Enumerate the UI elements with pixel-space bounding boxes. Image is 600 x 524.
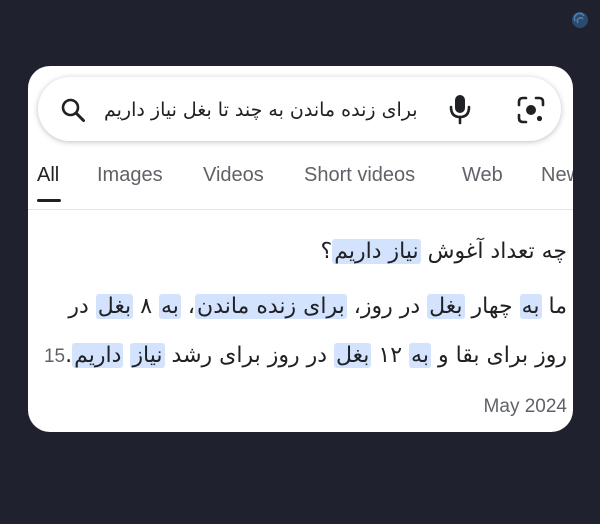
question-text: چه تعداد آغوش	[420, 239, 567, 264]
tab-all[interactable]: All	[37, 164, 59, 187]
search-query-text[interactable]: برای زنده ماندن به چند تا بغل نیاز داریم	[104, 95, 434, 125]
answer-highlight: به	[409, 343, 431, 368]
tab-images[interactable]: Images	[97, 164, 163, 187]
tabs-divider	[28, 209, 573, 210]
question-mark: ؟	[320, 239, 333, 264]
answer-highlight: بغل	[334, 343, 372, 368]
camera-lens-icon[interactable]	[516, 95, 546, 125]
answer-highlight: برای زنده ماندن	[195, 294, 347, 319]
tab-videos[interactable]: Videos	[203, 164, 264, 187]
search-icon[interactable]	[60, 97, 86, 123]
answer-text: ۱۲	[371, 343, 410, 368]
answer-text: ۸	[133, 294, 160, 319]
search-tabs: All Images Videos Short videos Web News	[36, 164, 573, 204]
app-corner-icon	[572, 12, 588, 28]
answer-text: چهار	[464, 294, 520, 319]
answer-text: ،	[180, 294, 196, 319]
search-results-card: برای زنده ماندن به چند تا بغل نیاز داریم…	[28, 66, 573, 432]
snippet-answer: ما به چهار بغل در روز، برای زنده ماندن، …	[36, 282, 567, 431]
tab-web[interactable]: Web	[462, 164, 503, 187]
tab-short-videos[interactable]: Short videos	[304, 164, 415, 187]
answer-highlight: بغل	[427, 294, 465, 319]
answer-text: در روز،	[346, 294, 428, 319]
question-highlight: نیاز داریم	[332, 239, 421, 264]
tab-news[interactable]: News	[541, 164, 573, 187]
snippet-question[interactable]: چه تعداد آغوش نیاز داریم؟	[36, 232, 567, 272]
answer-highlight: داریم	[72, 343, 124, 368]
answer-highlight: نیاز	[130, 343, 165, 368]
answer-highlight: به	[159, 294, 181, 319]
microphone-icon[interactable]	[446, 93, 474, 125]
search-bar[interactable]: برای زنده ماندن به چند تا بغل نیاز داریم	[38, 77, 561, 141]
answer-highlight: به	[519, 294, 542, 319]
featured-snippet: چه تعداد آغوش نیاز داریم؟ ما به چهار بغل…	[36, 232, 567, 431]
active-tab-indicator	[37, 199, 61, 202]
answer-text: در روز برای رشد	[164, 343, 334, 368]
answer-highlight: بغل	[95, 294, 134, 319]
answer-text: ما	[541, 294, 568, 319]
